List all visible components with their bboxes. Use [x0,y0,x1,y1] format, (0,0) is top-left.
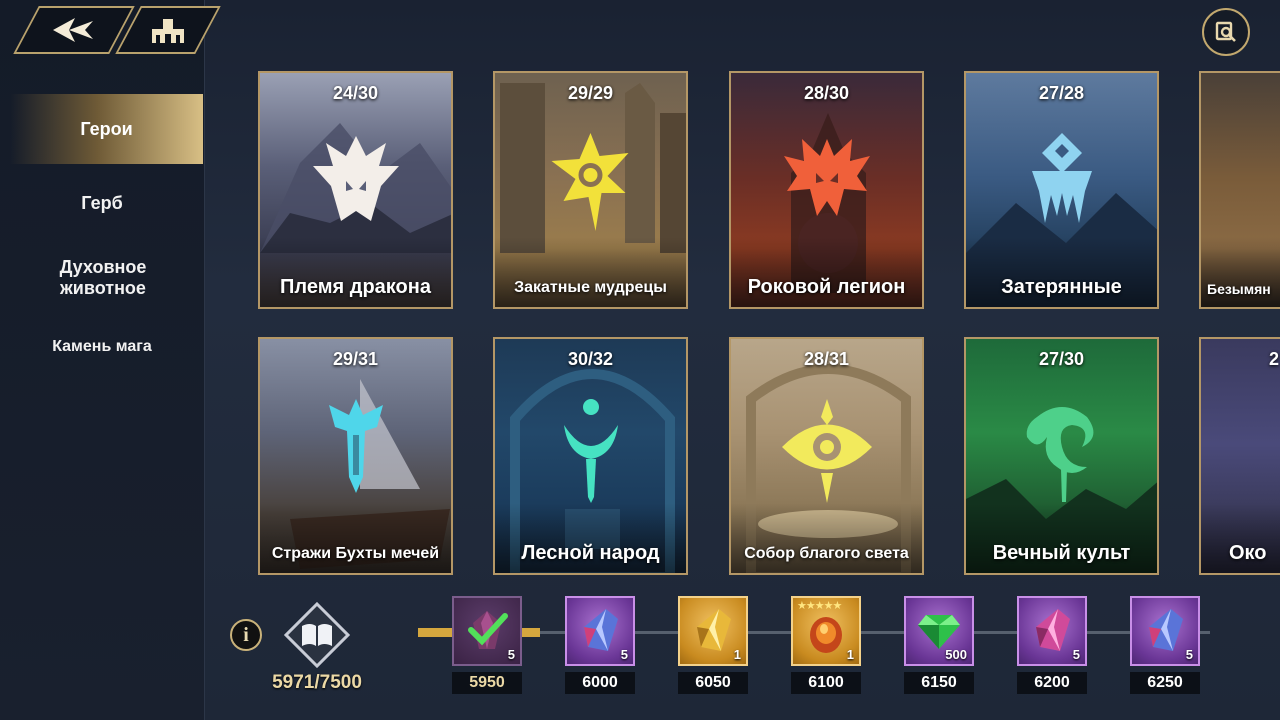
book-icon [284,602,350,668]
faction-card-nameless[interactable]: Безымян [1199,71,1280,309]
reward-slot-5950[interactable]: 5 [452,596,522,666]
pink-crystal-icon [1036,609,1070,651]
reward-quantity: 500 [945,647,967,662]
card-name: Закатные мудрецы [514,279,667,296]
faction-card-sunset-sages[interactable]: 29/29 Закатные мудрецы [493,71,688,309]
five-stars-icon: ★★★★★ [797,600,842,612]
progress-value: 5971/7500 [272,672,362,693]
reward-quantity: 5 [507,647,515,662]
faction-card-eye[interactable]: 2 Око [1199,337,1280,575]
card-count: 30/32 [567,349,614,369]
info-icon: i [243,623,249,646]
faction-card-sword-cove-guardians[interactable]: 29/31 Стражи Бухты мечей [258,337,453,575]
reward-threshold: 5950 [452,672,522,694]
forest-folk-emblem-icon [563,399,618,503]
dragon-tribe-emblem-icon [312,136,399,221]
gold-crystal-icon [697,609,731,651]
nav-item-mage-stone[interactable]: Камень мага [0,336,204,357]
nav-item-crest[interactable]: Герб [0,193,204,214]
lost-emblem-icon [1031,133,1092,223]
card-count: 2 [1269,349,1280,369]
card-name: Око [1229,542,1267,564]
reward-slot-6250[interactable]: 5 [1130,596,1200,666]
faction-card-eternal-cult[interactable]: 27/30 Вечный культ [964,337,1159,575]
fire-egg-icon [810,617,842,653]
card-count: 24/30 [332,83,379,103]
reward-threshold: 6150 [904,672,974,694]
holy-light-cathedral-emblem-icon [781,399,872,503]
reward-threshold: 6200 [1017,672,1087,694]
card-name: Роковой легион [747,276,906,298]
search-button[interactable] [1202,8,1250,56]
card-name: Затерянные [1001,276,1122,298]
nav-item-label: Герои [80,118,133,139]
info-button[interactable]: i [230,619,262,651]
card-count: 29/31 [332,349,379,369]
reward-slot-6200[interactable]: 5 [1017,596,1087,666]
card-name: Лесной народ [521,542,660,564]
faction-card-dragon-tribe[interactable]: 24/30 Племя дракона [258,71,453,309]
check-icon [468,613,508,646]
nav-item-label: Камень мага [52,338,152,355]
card-name: Вечный культ [992,542,1131,564]
reward-quantity: 5 [1072,647,1080,662]
reward-threshold: 6050 [678,672,748,694]
nav-item-heroes[interactable]: Герои [10,94,203,164]
castle-icon [152,19,184,43]
card-name: Стражи Бухты мечей [271,545,440,562]
faction-card-forest-folk[interactable]: 30/32 Лесной народ [493,337,688,575]
search-icon [1215,21,1236,42]
reward-slot-6150[interactable]: 500 [904,596,974,666]
sword-cove-guardians-emblem-icon [328,399,383,493]
card-count: 29/29 [567,83,614,103]
faction-card-holy-light-cathedral[interactable]: 28/31 Собор благого света [729,337,924,575]
card-name: Племя дракона [280,276,431,298]
reward-threshold: 6000 [565,672,635,694]
eternal-cult-emblem-icon [1026,407,1093,502]
card-name: Собор благого света [744,545,909,562]
nav-item-spirit-animal[interactable]: Духовное животное [0,257,212,299]
blue-crystal-icon [1149,609,1183,651]
reward-quantity: 5 [1185,647,1193,662]
nav-item-label: Герб [81,193,123,213]
reward-slot-6100[interactable]: ★★★★★ 1 [791,596,861,666]
emerald-icon [918,615,960,649]
reward-threshold: 6250 [1130,672,1200,694]
card-count: 27/28 [1038,83,1085,103]
back-button[interactable] [13,6,135,54]
card-count: 27/30 [1038,349,1085,369]
nav-item-label: Духовное животное [59,257,147,298]
reward-quantity: 1 [733,647,741,662]
reward-threshold: 6100 [791,672,861,694]
card-name: Безымян [1207,281,1271,297]
card-count: 28/30 [803,83,850,103]
reward-slot-6050[interactable]: 1 [678,596,748,666]
sunset-sages-emblem-icon [551,133,628,231]
reward-slot-6000[interactable]: 5 [565,596,635,666]
reward-quantity: 1 [846,647,854,662]
doom-legion-emblem-icon [783,139,870,216]
card-count: 28/31 [803,349,850,369]
reward-quantity: 5 [620,647,628,662]
back-arrow-icon [53,18,93,42]
sidebar: Герои Герб Духовное животное Камень мага [0,0,221,720]
home-button[interactable] [115,6,221,54]
blue-crystal-icon [584,609,618,651]
faction-card-doom-legion[interactable]: 28/30 Роковой легион [729,71,924,309]
faction-card-lost[interactable]: 27/28 Затерянные [964,71,1159,309]
